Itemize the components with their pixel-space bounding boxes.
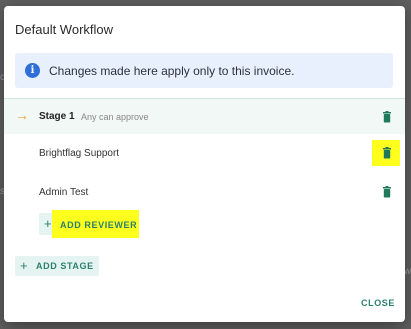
info-text: Changes made here apply only to this inv… <box>49 63 295 78</box>
stage-approval-rule: Any can approve <box>81 112 149 122</box>
background-text-fragment: w <box>404 266 411 277</box>
info-banner: i Changes made here apply only to this i… <box>15 53 393 88</box>
reviewer-item: Admin Test <box>39 187 89 198</box>
add-stage-label: ADD STAGE <box>36 261 94 271</box>
info-icon: i <box>25 63 40 78</box>
delete-reviewer-trash-icon[interactable] <box>381 147 393 159</box>
add-reviewer-label: ADD REVIEWER <box>60 220 138 230</box>
dialog-title: Default Workflow <box>15 22 114 37</box>
add-reviewer-button[interactable]: + ADD REVIEWER <box>39 210 139 238</box>
stage-row: → Stage 1 Any can approve <box>4 98 405 134</box>
workflow-dialog: Default Workflow i Changes made here app… <box>4 6 405 322</box>
delete-reviewer-trash-icon[interactable] <box>381 186 393 198</box>
stage-name: Stage 1 <box>39 111 75 122</box>
close-button[interactable]: CLOSE <box>361 298 395 308</box>
delete-stage-trash-icon[interactable] <box>381 111 393 123</box>
arrow-right-icon: → <box>15 107 29 123</box>
plus-icon: + <box>44 216 52 231</box>
add-stage-button[interactable]: + ADD STAGE <box>15 256 99 276</box>
reviewer-item: Brightflag Support <box>39 148 120 159</box>
plus-icon: + <box>20 258 28 273</box>
